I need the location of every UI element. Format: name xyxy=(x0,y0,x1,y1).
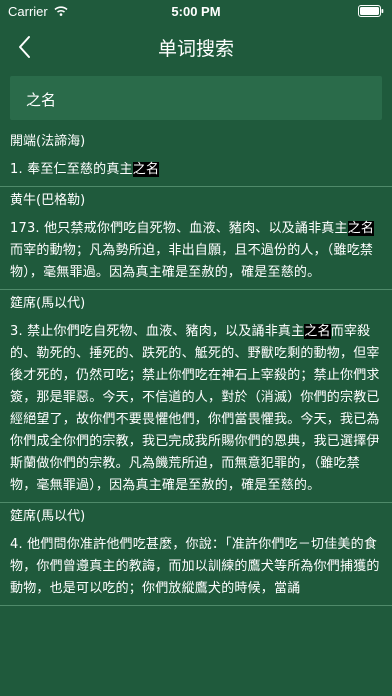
result-title: 筵席(馬以代) xyxy=(10,296,86,311)
highlight-match: 之名 xyxy=(304,324,331,339)
result-title: 黄牛(巴格勒) xyxy=(10,193,86,208)
result-text: 173. 他只禁戒你們吃自死物、血液、豬肉、以及誦非真主之名而宰的動物；凡為勢所… xyxy=(10,218,382,284)
search-box xyxy=(10,76,382,122)
result-text: 1. 奉至仁至慈的真主之名 xyxy=(10,159,382,181)
nav-bar: 单词搜索 xyxy=(0,22,392,72)
search-input[interactable] xyxy=(24,76,368,122)
result-item[interactable]: 筵席(馬以代) 4. 他們問你准許他們吃甚麼，你說：「准許你們吃－切佳美的食物，… xyxy=(0,503,392,606)
result-text-before: 1. 奉至仁至慈的真主 xyxy=(10,162,133,177)
result-item[interactable]: 開端(法諦海) 1. 奉至仁至慈的真主之名 xyxy=(0,128,392,187)
result-item[interactable]: 筵席(馬以代) 3. 禁止你們吃自死物、血液、豬肉，以及誦非真主之名而宰殺的、勒… xyxy=(0,290,392,503)
result-text-after: 而宰殺的、勒死的、捶死的、跌死的、觝死的、野獸吃剩的動物，但宰後才死的，仍然可吃… xyxy=(10,324,380,493)
page-title: 单词搜索 xyxy=(157,38,234,60)
result-text: 4. 他們問你准許他們吃甚麼，你說：「准許你們吃－切佳美的食物，你們曾遵真主的教… xyxy=(10,534,382,600)
result-text-after: 而宰的動物；凡為勢所迫，非出自願，且不過份的人，（雖吃禁物），毫無罪過。因為真主… xyxy=(10,243,374,280)
result-title: 開端(法諦海) xyxy=(10,134,86,149)
highlight-match: 之名 xyxy=(347,221,375,236)
status-time: 5:00 PM xyxy=(171,4,221,19)
result-text-before: 173. 他只禁戒你們吃自死物、血液、豬肉、以及誦非真主 xyxy=(10,221,348,236)
highlight-match: 之名 xyxy=(132,162,160,177)
result-item[interactable]: 黄牛(巴格勒) 173. 他只禁戒你們吃自死物、血液、豬肉、以及誦非真主之名而宰… xyxy=(0,187,392,290)
battery-icon xyxy=(358,5,384,17)
status-bar: Carrier 5:00 PM xyxy=(0,0,392,22)
results-list: 開端(法諦海) 1. 奉至仁至慈的真主之名 黄牛(巴格勒) 173. 他只禁戒你… xyxy=(0,128,392,696)
result-text-before: 4. 他們問你准許他們吃甚麼，你說：「准許你們吃－切佳美的食物，你們曾遵真主的教… xyxy=(10,537,380,596)
result-text: 3. 禁止你們吃自死物、血液、豬肉，以及誦非真主之名而宰殺的、勒死的、捶死的、跌… xyxy=(10,321,382,497)
result-text-before: 3. 禁止你們吃自死物、血液、豬肉，以及誦非真主 xyxy=(10,324,305,339)
result-title: 筵席(馬以代) xyxy=(10,509,86,524)
